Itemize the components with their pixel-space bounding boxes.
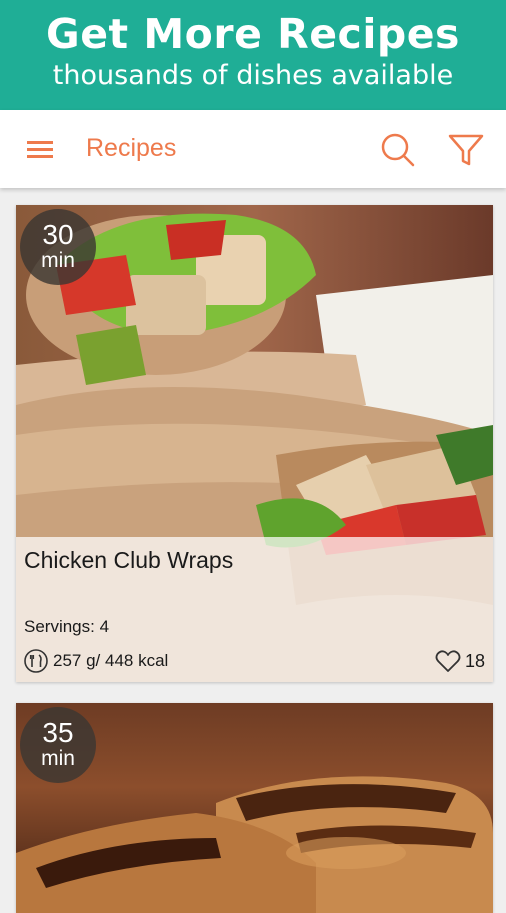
search-button[interactable] (378, 130, 418, 170)
prep-time-badge: 30 min (20, 209, 96, 285)
filter-icon (448, 134, 484, 166)
search-icon (381, 133, 415, 167)
cutlery-icon (24, 649, 48, 673)
promo-banner[interactable]: Get More Recipes thousands of dishes ava… (0, 0, 506, 110)
filter-button[interactable] (446, 130, 486, 170)
promo-subtitle: thousands of dishes available (52, 60, 454, 91)
hamburger-menu-icon (27, 141, 53, 158)
recipe-card[interactable]: 30 min Chicken Club Wraps Servings: 4 25… (16, 205, 493, 682)
menu-button[interactable] (18, 132, 62, 168)
recipe-nutrition: 257 g/ 448 kcal (53, 651, 169, 670)
heart-icon[interactable] (435, 648, 461, 674)
app-bar: Recipes (0, 110, 506, 188)
recipe-title: Chicken Club Wraps (24, 547, 234, 573)
prep-time-unit: min (41, 747, 75, 770)
promo-title: Get More Recipes (46, 10, 460, 58)
recipe-info: Chicken Club Wraps Servings: 4 257 g/ 44… (16, 537, 493, 682)
prep-time-value: 30 (42, 219, 74, 250)
prep-time-unit: min (41, 249, 75, 272)
recipe-servings: Servings: 4 (24, 617, 110, 636)
prep-time-value: 35 (42, 717, 74, 748)
like-count: 18 (465, 651, 486, 671)
page-title: Recipes (86, 134, 177, 162)
prep-time-badge: 35 min (20, 707, 96, 783)
recipe-card[interactable]: 35 min (16, 703, 493, 913)
